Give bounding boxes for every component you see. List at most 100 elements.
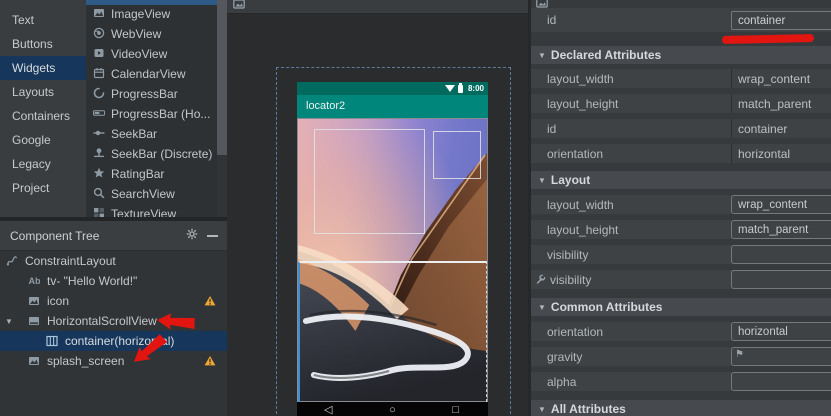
- attr-value-input-gravity[interactable]: [731, 347, 831, 366]
- attr-name: layout_height: [531, 223, 618, 237]
- attr-row-layout_height[interactable]: layout_heightmatch_parent: [531, 94, 831, 113]
- attr-value-input-layout_width[interactable]: [731, 195, 831, 214]
- textureview-icon: [93, 207, 105, 218]
- palette-category-text[interactable]: Text: [0, 8, 86, 32]
- section-header-declared-attributes[interactable]: ▼Declared Attributes: [531, 46, 831, 64]
- attr-row-alpha[interactable]: alpha: [531, 372, 831, 391]
- component-tree-panel: Component Tree ConstraintLayout Ab tv- "He…: [0, 221, 227, 416]
- chevron-down-icon: ▼: [538, 51, 546, 60]
- widget-list-partial-selected-row[interactable]: [86, 0, 217, 5]
- tree-item-constraintlayout[interactable]: ConstraintLayout: [0, 251, 227, 271]
- wifi-icon: [445, 85, 455, 92]
- device-nav-bar: ◁ ○ □: [297, 402, 488, 416]
- linearlayout-horizontal-icon: [46, 335, 58, 347]
- palette-category-google[interactable]: Google: [0, 128, 86, 152]
- expander-chevron-down-icon[interactable]: ▼: [5, 317, 13, 326]
- imageview-icon: [28, 295, 40, 307]
- wrench-icon: [535, 273, 547, 288]
- palette-scrollbar[interactable]: [217, 0, 227, 217]
- chevron-down-icon: ▼: [538, 176, 546, 185]
- tree-item-splash-screen[interactable]: splash_screen: [0, 351, 227, 371]
- palette-widget-progressbar-ho[interactable]: ProgressBar (Ho...: [86, 104, 217, 124]
- attr-value: wrap_content: [732, 72, 810, 86]
- palette-widget-seekbar-discrete[interactable]: SeekBar (Discrete): [86, 144, 217, 164]
- device-screen-imageview[interactable]: [297, 118, 488, 402]
- attr-name: layout_height: [531, 97, 618, 111]
- component-tree-header: Component Tree: [0, 221, 227, 251]
- attr-name: alpha: [531, 375, 576, 389]
- webview-icon: [93, 27, 105, 42]
- palette-widget-progressbar[interactable]: ProgressBar: [86, 84, 217, 104]
- progressbar-icon: [93, 87, 105, 102]
- palette-category-legacy[interactable]: Legacy: [0, 152, 86, 176]
- tree-item-container-horizontal[interactable]: container(horizontal): [0, 331, 227, 351]
- tree-item-icon[interactable]: icon: [0, 291, 227, 311]
- attr-name: id: [531, 122, 556, 136]
- attr-name: gravity: [531, 350, 582, 364]
- palette-widget-ratingbar[interactable]: RatingBar: [86, 164, 217, 184]
- device-preview: 8:00 locator2: [297, 82, 488, 416]
- view-bounds-rect-small[interactable]: [433, 131, 481, 179]
- palette-widget-textureview[interactable]: TextureView: [86, 204, 217, 217]
- palette-widget-calendarview[interactable]: CalendarView: [86, 64, 217, 84]
- tree-item-horizontalscrollview[interactable]: ▼HorizontalScrollView: [0, 311, 227, 331]
- section-header-all-attributes[interactable]: ▼All Attributes: [531, 400, 831, 416]
- canvas-toolbar-image-icon[interactable]: [233, 0, 245, 13]
- attr-value-input-alpha[interactable]: [731, 372, 831, 391]
- attr-value-input-orientation[interactable]: [731, 322, 831, 341]
- palette-category-containers[interactable]: Containers: [0, 104, 86, 128]
- calendarview-icon: [93, 67, 105, 82]
- attr-row-id[interactable]: idcontainer: [531, 119, 831, 138]
- attr-row-layout_width[interactable]: layout_width: [531, 195, 831, 214]
- attr-row-visibility[interactable]: visibility: [531, 270, 831, 289]
- attr-row-layout_height[interactable]: layout_height: [531, 220, 831, 239]
- svg-text:Ab: Ab: [29, 276, 41, 286]
- id-value-input[interactable]: [731, 11, 831, 30]
- attr-row-gravity[interactable]: gravity ⚑: [531, 347, 831, 366]
- attr-row-layout_width[interactable]: layout_width wrap_content: [531, 69, 831, 88]
- widget-label: SeekBar (Discrete): [111, 147, 212, 161]
- palette-widget-webview[interactable]: WebView: [86, 24, 217, 44]
- widget-label: ProgressBar (Ho...: [111, 107, 210, 121]
- palette-category-buttons[interactable]: Buttons: [0, 32, 86, 56]
- attr-row-visibility[interactable]: visibility: [531, 245, 831, 264]
- palette-category-widgets[interactable]: Widgets: [0, 56, 86, 80]
- gear-icon[interactable]: [186, 228, 198, 243]
- attr-name: layout_width: [531, 72, 614, 86]
- tree-item-tv-hello-world[interactable]: Ab tv- "Hello World!": [0, 271, 227, 291]
- red-annotation-underline: [722, 34, 814, 44]
- attr-name: layout_width: [531, 198, 614, 212]
- horizontalscrollview-icon: [28, 315, 40, 327]
- attr-name: orientation: [531, 147, 603, 161]
- tree-item-label: tv- "Hello World!": [47, 274, 137, 288]
- palette-scrollbar-thumb[interactable]: [217, 0, 227, 155]
- section-header-layout[interactable]: ▼Layout: [531, 171, 831, 189]
- palette-category-project[interactable]: Project: [0, 176, 86, 200]
- widget-label: RatingBar: [111, 167, 164, 181]
- palette-category-layouts[interactable]: Layouts: [0, 80, 86, 104]
- section-header-common-attributes[interactable]: ▼Common Attributes: [531, 298, 831, 316]
- app-title: locator2: [306, 100, 345, 112]
- imageview-icon: [28, 355, 40, 367]
- attr-name: id: [531, 13, 556, 27]
- palette-widget-imageview[interactable]: ImageView: [86, 4, 217, 24]
- palette-widget-videoview[interactable]: VideoView: [86, 44, 217, 64]
- attr-value-input-layout_height[interactable]: [731, 220, 831, 239]
- seekbar-discrete-icon: [93, 147, 105, 162]
- palette-widget-seekbar[interactable]: SeekBar: [86, 124, 217, 144]
- battery-icon: [458, 85, 463, 93]
- attr-row-orientation[interactable]: orientation: [531, 322, 831, 341]
- attr-value-input-visibility[interactable]: [731, 245, 831, 264]
- palette-widget-list: ImageViewWebViewVideoViewCalendarViewPro…: [86, 0, 217, 217]
- flag-icon: ⚑: [735, 349, 744, 360]
- minimize-icon[interactable]: [207, 235, 218, 237]
- widget-label: WebView: [111, 27, 161, 41]
- view-bounds-rect-large[interactable]: [314, 129, 425, 234]
- attr-value-input-visibility[interactable]: [731, 270, 831, 289]
- attr-row-id[interactable]: id: [531, 8, 831, 32]
- widget-label: SeekBar: [111, 127, 157, 141]
- attr-row-orientation[interactable]: orientationhorizontal: [531, 144, 831, 163]
- palette-widget-searchview[interactable]: SearchView: [86, 184, 217, 204]
- selected-container-bounds[interactable]: [298, 261, 487, 402]
- widget-label: VideoView: [111, 47, 167, 61]
